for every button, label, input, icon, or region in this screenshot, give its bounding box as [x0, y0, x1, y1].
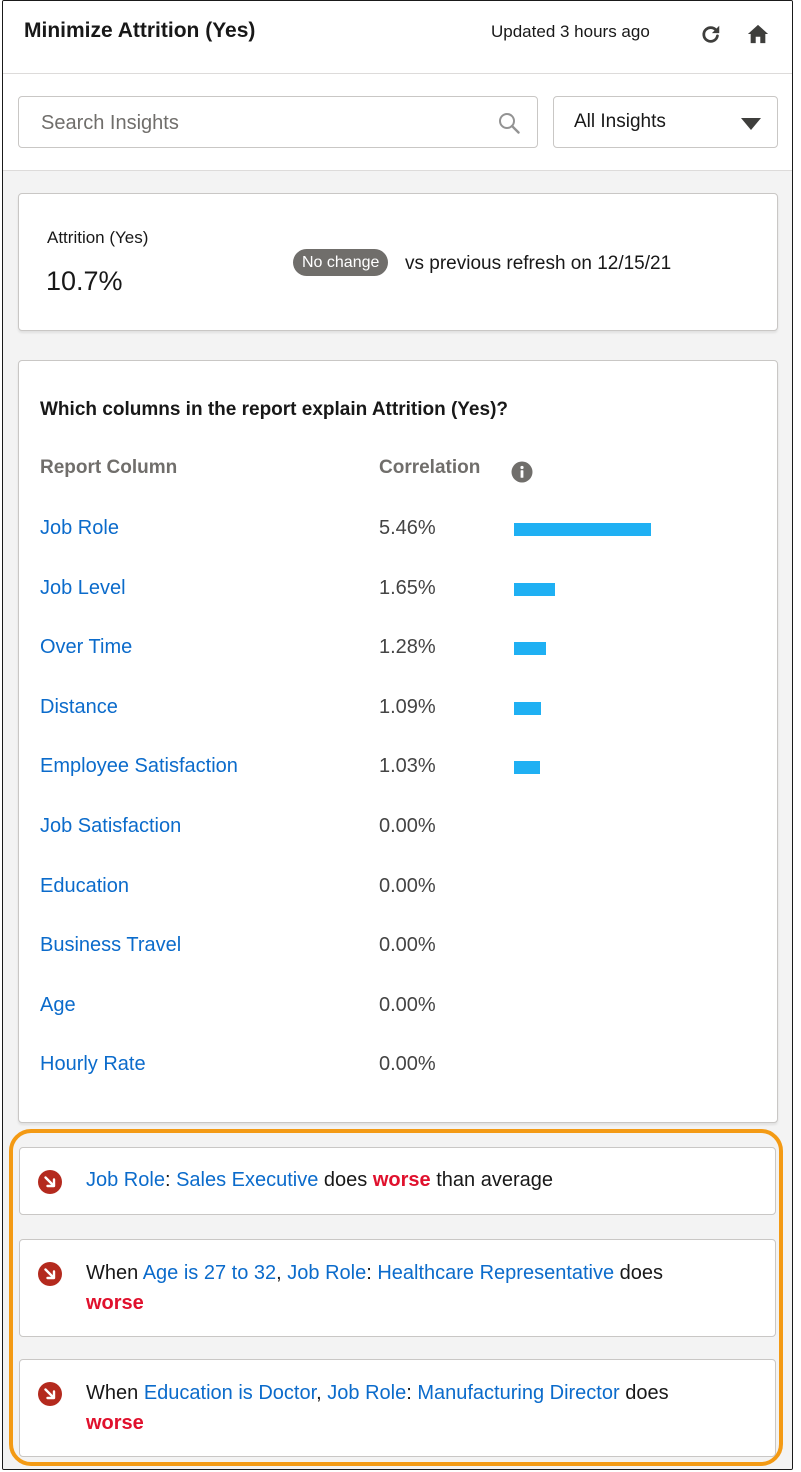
correlation-value: 1.09%	[379, 696, 436, 718]
correlation-row: Hourly Rate 0.00%	[19, 1053, 777, 1093]
report-column-link[interactable]: Over Time	[40, 636, 132, 659]
panel-header: Minimize Attrition (Yes) Updated 3 hours…	[3, 1, 792, 74]
insight-item[interactable]: When Age is 27 to 32, Job Role: Healthca…	[19, 1239, 776, 1337]
correlation-bar	[514, 702, 541, 715]
report-column-link[interactable]: Education	[40, 875, 129, 898]
correlation-bar	[514, 761, 540, 774]
report-column-link[interactable]: Employee Satisfaction	[40, 755, 238, 778]
search-input[interactable]	[39, 109, 483, 137]
insight-separator: ,	[276, 1262, 288, 1284]
correlation-row: Job Level 1.65%	[19, 577, 777, 617]
insight-link[interactable]: Education is Doctor	[144, 1382, 316, 1404]
correlation-header: Correlation	[379, 457, 481, 478]
correlation-value: 0.00%	[379, 934, 436, 956]
insight-text: When Education is Doctor, Job Role: Manu…	[86, 1378, 761, 1438]
arrow-down-right-icon	[38, 1170, 62, 1194]
search-icon[interactable]	[497, 111, 521, 135]
worse-label: worse	[86, 1412, 144, 1434]
status-badge: No change	[293, 249, 389, 276]
insight-link[interactable]: Job Role	[287, 1262, 366, 1284]
correlation-row: Distance 1.09%	[19, 696, 777, 736]
insight-separator: ,	[316, 1382, 328, 1404]
correlation-bar	[514, 583, 555, 596]
search-box[interactable]	[18, 96, 538, 148]
metric-value: 10.7%	[46, 266, 123, 296]
insight-link[interactable]: Age is 27 to 32	[143, 1262, 276, 1284]
insight-phrase: does	[619, 1382, 669, 1404]
correlation-row: Age 0.00%	[19, 994, 777, 1034]
chevron-down-icon	[741, 118, 761, 130]
correlation-card: Which columns in the report explain Attr…	[18, 360, 778, 1123]
insight-separator: :	[366, 1262, 378, 1284]
correlation-value: 5.46%	[379, 517, 436, 539]
insight-separator: :	[164, 1169, 177, 1191]
insights-filter-select[interactable]: All Insights	[553, 96, 778, 148]
correlation-value: 0.00%	[379, 1053, 436, 1075]
refresh-icon[interactable]	[697, 20, 725, 48]
report-column-link[interactable]: Distance	[40, 696, 118, 719]
correlation-row: Over Time 1.28%	[19, 636, 777, 676]
page-title: Minimize Attrition (Yes)	[24, 19, 256, 42]
insight-link[interactable]: Job Role	[86, 1169, 165, 1191]
correlation-heading: Which columns in the report explain Attr…	[40, 399, 508, 420]
updated-timestamp: Updated 3 hours ago	[491, 22, 650, 41]
insight-phrase: does	[614, 1262, 664, 1284]
comparison-text: vs previous refresh on 12/15/21	[405, 253, 672, 274]
report-column-link[interactable]: Job Role	[40, 517, 119, 540]
correlation-value: 0.00%	[379, 875, 436, 897]
worse-label: worse	[372, 1169, 431, 1191]
insight-phrase: does	[318, 1169, 373, 1191]
correlation-row: Employee Satisfaction 1.03%	[19, 755, 777, 795]
insight-phrase: When	[86, 1382, 144, 1404]
insight-item[interactable]: When Education is Doctor, Job Role: Manu…	[19, 1359, 776, 1457]
insight-phrase: When	[86, 1262, 143, 1284]
correlation-bar	[514, 523, 651, 536]
search-toolbar: All Insights	[3, 74, 792, 171]
report-column-link[interactable]: Age	[40, 994, 76, 1017]
insight-link[interactable]: Healthcare Representative	[377, 1262, 614, 1284]
correlation-row: Job Role 5.46%	[19, 517, 777, 557]
correlation-row: Job Satisfaction 0.00%	[19, 815, 777, 855]
metric-label: Attrition (Yes)	[47, 228, 149, 247]
arrow-down-right-icon	[38, 1382, 62, 1406]
insight-item[interactable]: Job Role: Sales Executive does worse tha…	[19, 1147, 776, 1215]
insight-link[interactable]: Sales Executive	[176, 1169, 318, 1191]
info-icon[interactable]	[511, 461, 533, 483]
report-column-link[interactable]: Business Travel	[40, 934, 181, 957]
correlation-row: Business Travel 0.00%	[19, 934, 777, 974]
insights-panel: Minimize Attrition (Yes) Updated 3 hours…	[2, 0, 793, 1470]
insight-phrase: than average	[430, 1169, 553, 1191]
insight-link[interactable]: Job Role	[327, 1382, 406, 1404]
insights-content: Attrition (Yes) 10.7% No change vs previ…	[3, 171, 792, 1469]
insight-link[interactable]: Manufacturing Director	[417, 1382, 619, 1404]
insight-text: Job Role: Sales Executive does worse tha…	[86, 1165, 761, 1195]
report-column-link[interactable]: Hourly Rate	[40, 1053, 146, 1076]
filter-selected-value: All Insights	[574, 111, 666, 132]
insight-text: When Age is 27 to 32, Job Role: Healthca…	[86, 1258, 761, 1318]
report-column-link[interactable]: Job Level	[40, 577, 126, 600]
correlation-value: 1.28%	[379, 636, 436, 658]
worse-label: worse	[86, 1292, 144, 1314]
arrow-down-right-icon	[38, 1262, 62, 1286]
correlation-row: Education 0.00%	[19, 875, 777, 915]
correlation-value: 0.00%	[379, 994, 436, 1016]
home-icon[interactable]	[744, 20, 772, 48]
correlation-value: 1.03%	[379, 755, 436, 777]
report-column-header: Report Column	[40, 457, 178, 478]
correlation-value: 0.00%	[379, 815, 436, 837]
report-column-link[interactable]: Job Satisfaction	[40, 815, 181, 838]
correlation-value: 1.65%	[379, 577, 436, 599]
correlation-bar	[514, 642, 546, 655]
metric-card: Attrition (Yes) 10.7% No change vs previ…	[18, 193, 778, 331]
insight-separator: :	[406, 1382, 418, 1404]
